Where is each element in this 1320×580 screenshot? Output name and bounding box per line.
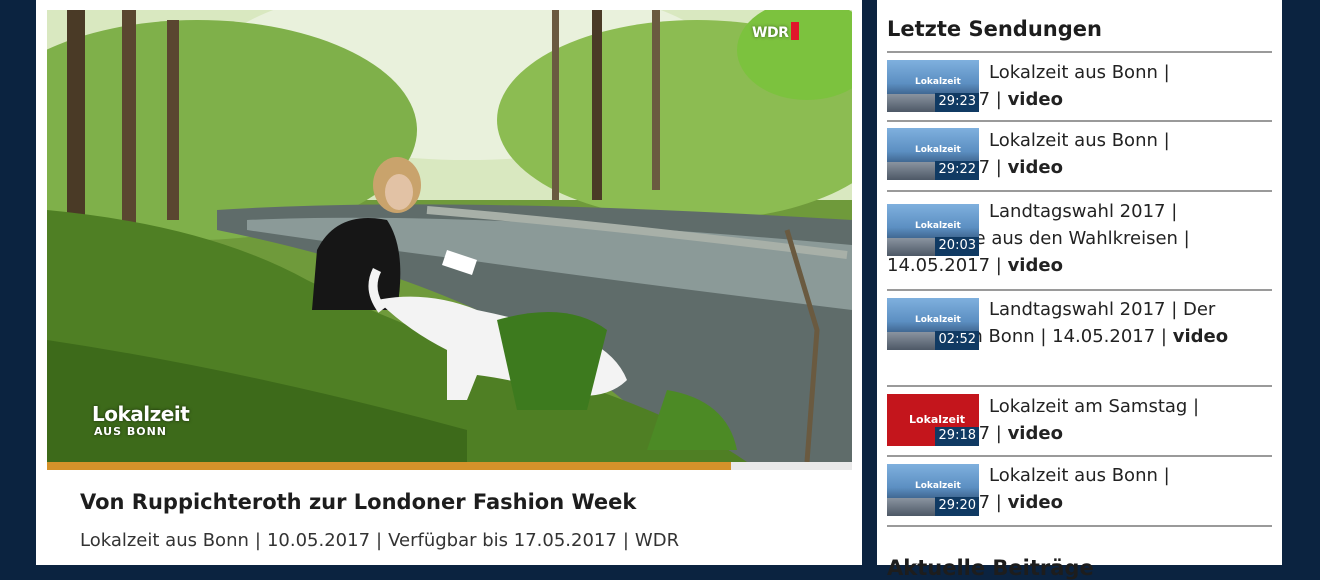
show-list-item[interactable]: Lokalzeit29:23Lokalzeit aus Bonn | 16.05… (887, 53, 1272, 122)
thumbnail-logo: Lokalzeit (915, 77, 961, 87)
duration-badge: 02:52 (934, 331, 979, 350)
sidebar-card: Letzte Sendungen Lokalzeit 29:23 Lokalzeit… (877, 0, 1282, 580)
lokalzeit-logo: Lokalzeit AUS BONN (92, 402, 190, 438)
video-player[interactable]: WDR Lokalzeit AUS BONN (47, 10, 852, 462)
duration-badge: 29:23 (934, 93, 979, 112)
video-tag: video (1007, 492, 1063, 513)
recent-shows-list: Lokalzeit29:23Lokalzeit aus Bonn | 16.05… (887, 51, 1272, 527)
video-tag: video (1007, 423, 1063, 444)
show-thumbnail[interactable]: Lokalzeit 20:03 (887, 204, 979, 256)
show-thumbnail[interactable]: Lokalzeit 02:52 (887, 298, 979, 350)
main-video-card: WDR Lokalzeit AUS BONN Von Ruppichteroth… (36, 0, 862, 565)
show-list-item[interactable]: Lokalzeit29:22Lokalzeit aus Bonn | 15.05… (887, 122, 1272, 192)
logo-line1: Lokalzeit (92, 402, 190, 426)
show-list-item[interactable]: Lokalzeit29:18Lokalzeit am Samstag | 13.… (887, 387, 1272, 457)
video-progress-fill (47, 462, 732, 470)
duration-badge: 29:22 (934, 161, 979, 180)
show-list-item[interactable]: Lokalzeit 20:03 Landtagswahl 2017 | Ergebn… (887, 192, 1272, 291)
meta-separator: | (254, 530, 261, 551)
video-title: Von Ruppichteroth zur Londoner Fashion W… (80, 490, 637, 514)
thumbnail-logo: Lokalzeit (915, 315, 961, 325)
video-tag: video (1007, 157, 1063, 178)
show-thumbnail[interactable]: Lokalzeit 29:22 (887, 128, 979, 180)
wdr-badge-text: WDR (752, 25, 789, 41)
logo-line2: AUS BONN (94, 425, 168, 438)
meta-separator: | (376, 530, 383, 551)
show-thumbnail[interactable]: Lokalzeit 29:20 (887, 464, 979, 516)
duration-badge: 29:18 (934, 427, 979, 446)
meta-separator: | (622, 530, 629, 551)
video-frame-illustration (47, 10, 852, 462)
thumbnail-logo: Lokalzeit (915, 481, 961, 491)
wdr-channel-badge: WDR (752, 22, 800, 41)
wdr-red-bar (791, 22, 800, 40)
video-tag: video (1007, 89, 1063, 110)
next-section-heading: Aktuelle Beiträge (887, 556, 1094, 580)
video-tag: video (1007, 255, 1063, 276)
sidebar-heading: Letzte Sendungen (887, 17, 1102, 41)
meta-channel: WDR (634, 530, 680, 551)
thumbnail-logo: Lokalzeit (909, 413, 965, 426)
video-meta: Lokalzeit aus Bonn | 10.05.2017 | Verfügbar … (80, 530, 679, 551)
video-progress-bar[interactable] (47, 462, 852, 470)
show-list-item[interactable]: Lokalzeit29:20Lokalzeit aus Bonn | 12.05… (887, 457, 1272, 527)
video-tag: video (1172, 326, 1229, 347)
duration-badge: 20:03 (934, 237, 979, 256)
show-list-item[interactable]: Lokalzeit 02:52 Landtagswahl 2017 | Der Wa… (887, 291, 1272, 387)
show-thumbnail[interactable]: Lokalzeit 29:18 (887, 394, 979, 446)
meta-date: 10.05.2017 (266, 530, 371, 551)
duration-badge: 29:20 (934, 497, 979, 516)
show-thumbnail[interactable]: Lokalzeit 29:23 (887, 60, 979, 112)
thumbnail-logo: Lokalzeit (915, 221, 961, 231)
thumbnail-logo: Lokalzeit (915, 145, 961, 155)
meta-show: Lokalzeit aus Bonn (80, 530, 249, 551)
meta-availability: Verfügbar bis 17.05.2017 (388, 530, 617, 551)
